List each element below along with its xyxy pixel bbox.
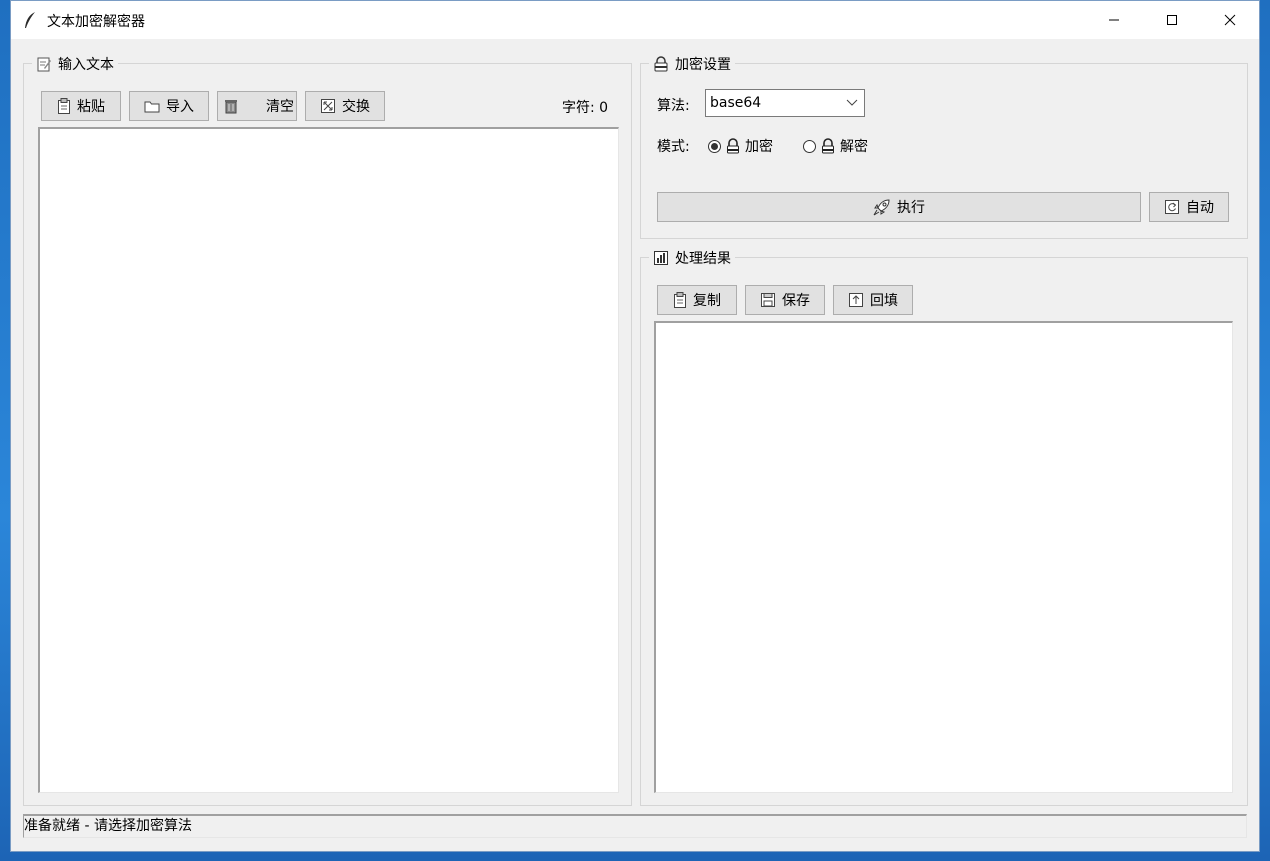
lock-icon: [727, 138, 739, 154]
save-button[interactable]: 保存: [745, 285, 825, 315]
settings-panel-label: 加密设置: [675, 57, 731, 73]
auto-button[interactable]: 自动: [1149, 192, 1229, 222]
encrypt-label: 加密: [745, 139, 773, 155]
swap-button[interactable]: 交换: [305, 91, 385, 121]
radio-selected-indicator: [708, 139, 721, 153]
execute-button[interactable]: 执行: [657, 192, 1141, 222]
swap-label: 交换: [342, 99, 370, 115]
import-label: 导入: [166, 99, 194, 115]
fill-back-button[interactable]: 回填: [833, 285, 913, 315]
algorithm-label: 算法:: [657, 98, 690, 114]
copy-button[interactable]: 复制: [657, 285, 737, 315]
close-button[interactable]: [1201, 1, 1259, 39]
minimize-icon: [1109, 19, 1119, 21]
lock-icon: [654, 56, 668, 72]
decrypt-radio[interactable]: 解密: [803, 136, 868, 156]
algorithm-select[interactable]: base64: [705, 89, 865, 117]
save-label: 保存: [782, 293, 810, 309]
paste-label: 粘贴: [77, 99, 105, 115]
close-icon: [1224, 14, 1236, 26]
result-panel-label: 处理结果: [675, 251, 731, 267]
copy-label: 复制: [693, 293, 721, 309]
window-title: 文本加密解密器: [47, 14, 145, 30]
upload-arrow-icon: [849, 293, 863, 307]
refresh-icon: [1165, 200, 1179, 214]
title-bar: 文本加密解密器: [11, 1, 1259, 39]
status-text: 准备就绪 - 请选择加密算法: [24, 818, 192, 834]
maximize-button[interactable]: [1143, 1, 1201, 39]
input-panel-title: 输入文本: [32, 54, 118, 74]
floppy-disk-icon: [761, 293, 775, 307]
minimize-button[interactable]: [1085, 1, 1143, 39]
chevron-down-icon: [846, 99, 858, 106]
clear-label: 清空: [266, 99, 294, 115]
maximize-icon: [1167, 15, 1177, 25]
input-textarea[interactable]: [38, 127, 619, 793]
clipboard-icon: [58, 98, 70, 114]
algorithm-value: base64: [710, 95, 762, 111]
decrypt-label: 解密: [840, 139, 868, 155]
status-bar: 准备就绪 - 请选择加密算法: [23, 814, 1247, 838]
execute-label: 执行: [897, 200, 925, 216]
auto-label: 自动: [1186, 200, 1214, 216]
bar-chart-icon: [654, 251, 668, 265]
result-panel-title: 处理结果: [649, 248, 735, 268]
clipboard-icon: [674, 292, 686, 308]
encrypt-radio[interactable]: 加密: [708, 136, 773, 156]
fill-back-label: 回填: [870, 293, 898, 309]
folder-icon: [144, 101, 160, 113]
paste-button[interactable]: 粘贴: [41, 91, 121, 121]
input-panel-label: 输入文本: [58, 57, 114, 73]
rocket-icon: [873, 199, 890, 216]
edit-note-icon: [37, 57, 51, 72]
swap-icon: [321, 99, 335, 113]
radio-unselected-indicator: [803, 139, 816, 153]
trash-icon: [225, 100, 237, 114]
result-textarea[interactable]: [654, 321, 1233, 793]
lock-icon: [822, 138, 834, 154]
char-count: 字符: 0: [562, 100, 609, 116]
settings-panel-title: 加密设置: [649, 54, 735, 74]
mode-label: 模式:: [657, 139, 690, 155]
clear-button[interactable]: 清空: [217, 91, 297, 121]
app-window: 文本加密解密器 输入文本 粘贴 导入 清空 交换 字符: 0 加密设置 算法: …: [10, 0, 1260, 852]
feather-icon: [23, 11, 37, 29]
import-button[interactable]: 导入: [129, 91, 209, 121]
